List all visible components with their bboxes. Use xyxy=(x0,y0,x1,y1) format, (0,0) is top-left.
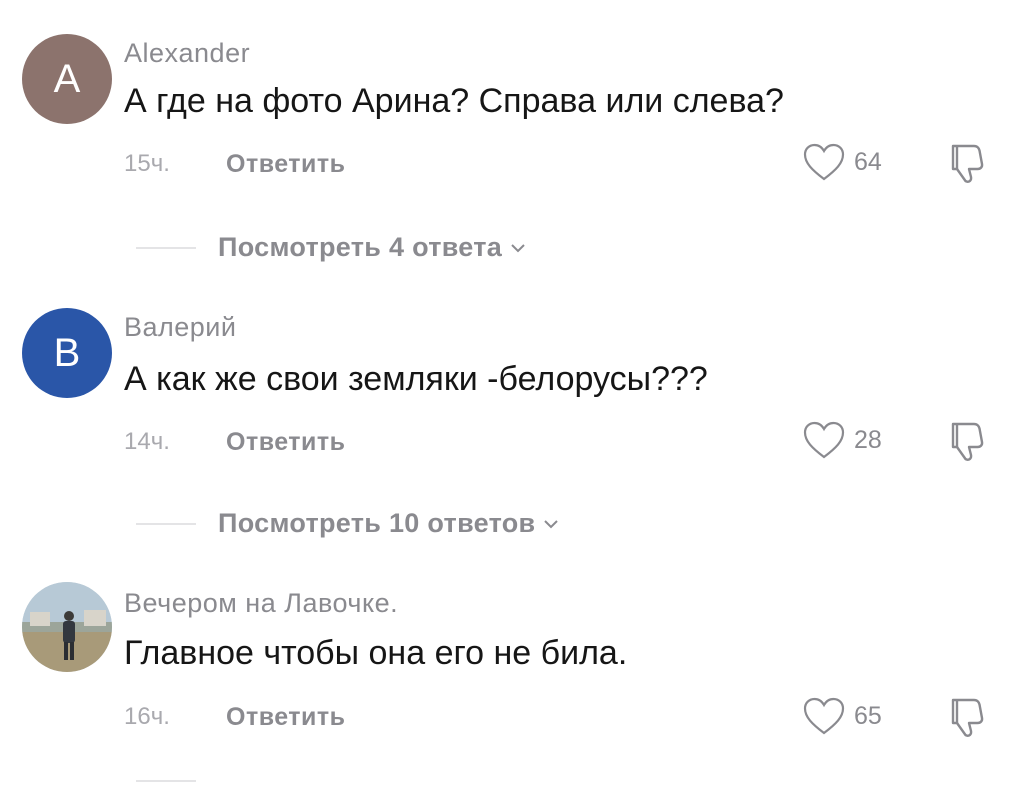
chevron-down-icon xyxy=(544,519,559,528)
thumbs-down-icon xyxy=(951,144,984,183)
view-replies-button[interactable] xyxy=(136,780,218,782)
comment-text: А где на фото Арина? Справа или слева? xyxy=(124,82,784,120)
avatar[interactable]: A xyxy=(22,34,112,124)
like-button[interactable]: 65 xyxy=(802,696,882,736)
avatar[interactable] xyxy=(22,582,112,672)
comment-author[interactable]: Alexander xyxy=(124,38,250,69)
view-replies-button[interactable]: Посмотреть 10 ответов xyxy=(136,508,559,539)
heart-icon xyxy=(803,143,845,181)
like-button[interactable]: 28 xyxy=(802,420,882,460)
heart-icon xyxy=(803,421,845,459)
like-count: 28 xyxy=(854,425,882,454)
photo-avatar-icon xyxy=(22,582,112,672)
comment-text: Главное чтобы она его не била. xyxy=(124,634,628,672)
divider-line xyxy=(136,780,196,782)
divider-line xyxy=(136,522,196,525)
view-replies-button[interactable]: Посмотреть 4 ответа xyxy=(136,232,526,263)
reply-button[interactable]: Ответить xyxy=(226,703,346,732)
thumbs-down-icon xyxy=(951,698,984,737)
reply-button[interactable]: Ответить xyxy=(226,428,346,457)
view-replies-label: Посмотреть 4 ответа xyxy=(218,232,503,262)
avatar-letter: B xyxy=(53,330,81,375)
comments-page: A Alexander А где на фото Арина? Справа … xyxy=(0,0,1024,788)
chevron-down-icon xyxy=(511,243,525,252)
heart-icon xyxy=(803,697,845,735)
dislike-button[interactable] xyxy=(944,140,992,191)
thumbs-down-icon xyxy=(951,422,984,461)
view-replies-label: Посмотреть 10 ответов xyxy=(218,508,536,538)
reply-button[interactable]: Ответить xyxy=(226,150,346,179)
comment-author[interactable]: Вечером на Лавочке. xyxy=(124,588,398,619)
dislike-button[interactable] xyxy=(944,694,992,745)
divider-line xyxy=(136,246,196,249)
comment-time: 14ч. xyxy=(124,428,170,455)
avatar[interactable]: B xyxy=(22,308,112,398)
like-count: 64 xyxy=(854,147,882,176)
comment-author[interactable]: Валерий xyxy=(124,312,236,343)
like-button[interactable]: 64 xyxy=(802,142,882,182)
like-count: 65 xyxy=(854,701,882,730)
avatar-letter: A xyxy=(53,56,81,101)
comment-time: 16ч. xyxy=(124,703,170,730)
comment-time: 15ч. xyxy=(124,150,170,177)
comment-text: А как же свои земляки -белорусы??? xyxy=(124,360,708,398)
dislike-button[interactable] xyxy=(944,418,992,469)
